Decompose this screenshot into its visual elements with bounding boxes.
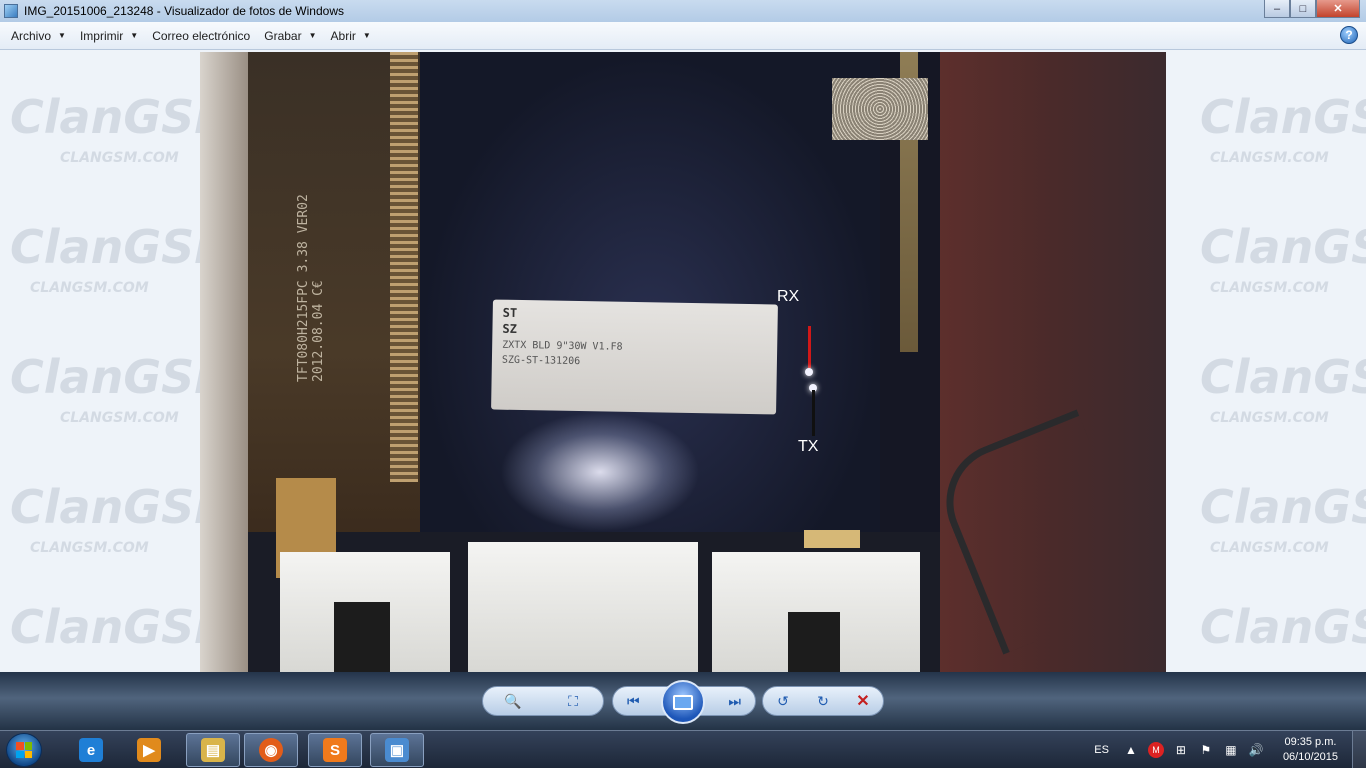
help-icon[interactable]: ?	[1340, 26, 1358, 44]
label-line: SZG-ST-131206	[501, 354, 581, 368]
slideshow-button[interactable]	[661, 680, 705, 724]
window-title: IMG_20151006_213248 - Visualizador de fo…	[24, 4, 344, 18]
label-line: SZ	[502, 321, 518, 336]
watermark: CLANGSM.COM	[1210, 410, 1329, 426]
tx-annotation: TX	[798, 438, 819, 455]
window-controls: – □ ✕	[1264, 0, 1360, 18]
menu-abrir[interactable]: Abrir ▼	[324, 25, 378, 47]
watermark: CLANGSM.COM	[60, 150, 179, 166]
label-line: ST	[502, 305, 518, 320]
caret-down-icon: ▼	[58, 31, 66, 40]
watermark: CLANGSM.COM	[30, 540, 149, 556]
slideshow-icon	[673, 694, 693, 710]
taskbar-photo-viewer[interactable]: ▣	[370, 733, 424, 767]
taskbar-internet-explorer[interactable]: e	[64, 733, 118, 767]
menu-archivo-label: Archivo	[11, 28, 52, 43]
taskbar-s-app[interactable]: S	[308, 733, 362, 767]
show-desktop-button[interactable]	[1352, 731, 1366, 768]
photo-gold-pad	[804, 530, 860, 548]
photo-glare	[500, 412, 700, 532]
menu-imprimir-label: Imprimir	[79, 28, 124, 43]
watermark: ClanGSM	[1200, 480, 1366, 534]
media-player-icon: ▶	[137, 738, 161, 762]
firefox-icon: ◉	[259, 738, 283, 762]
photo-component-hole	[788, 612, 840, 672]
photo-shield-pad	[832, 78, 928, 140]
menu-archivo[interactable]: Archivo ▼	[4, 25, 73, 47]
photo-flex-contacts	[390, 52, 418, 482]
menu-correo-label: Correo electrónico	[152, 28, 251, 43]
taskbar-file-explorer[interactable]: ▤	[186, 733, 240, 767]
taskbar-firefox[interactable]: ◉	[244, 733, 298, 767]
photo-flex-print: TFT080H215FPC 3.38 VER02 2012.08.04 C€	[296, 194, 326, 382]
watermark: ClanGSM	[1200, 90, 1366, 144]
photo-viewer-icon	[4, 4, 18, 18]
next-icon[interactable]: ⏭	[723, 691, 747, 711]
photo-component-hole	[334, 602, 390, 672]
language-indicator[interactable]: ES	[1094, 744, 1109, 756]
clock-date: 06/10/2015	[1282, 751, 1338, 763]
minimize-button[interactable]: –	[1264, 0, 1290, 18]
caret-down-icon: ▼	[308, 31, 317, 40]
system-tray: ES ▲ M ⊞ ⚑ ▦ 🔊 09:35 p.m. 06/10/2015	[1094, 731, 1366, 768]
clock-time: 09:35 p.m.	[1284, 736, 1337, 748]
menu-grabar[interactable]: Grabar ▼	[257, 25, 323, 47]
rotate-left-icon[interactable]: ↺	[771, 691, 795, 711]
show-hidden-icons-icon[interactable]: ▲	[1123, 742, 1139, 758]
menu-abrir-label: Abrir	[330, 28, 356, 43]
action-center-icon[interactable]: ⚑	[1198, 742, 1214, 758]
photo: TFT080H215FPC 3.38 VER02 2012.08.04 C€ S…	[200, 52, 1166, 672]
volume-icon[interactable]: 🔊	[1248, 742, 1264, 758]
tx-pointer	[812, 390, 815, 436]
image-viewer: ClanGSM CLANGSM.COM ClanGSM CLANGSM.COM …	[0, 50, 1366, 672]
photo-case-edge	[200, 52, 248, 672]
close-button[interactable]: ✕	[1316, 0, 1360, 18]
watermark: CLANGSM.COM	[60, 410, 179, 426]
zoom-group: 🔍 ⛶	[482, 686, 604, 716]
s-app-icon: S	[323, 738, 347, 762]
watermark: ClanGSM	[1200, 600, 1366, 654]
maximize-button[interactable]: □	[1290, 0, 1316, 18]
zoom-icon[interactable]: 🔍	[501, 691, 525, 711]
rotate-right-icon[interactable]: ↻	[811, 691, 835, 711]
caret-down-icon: ▼	[130, 31, 139, 40]
watermark: ClanGSM	[1200, 220, 1366, 274]
watermark: CLANGSM.COM	[1210, 150, 1329, 166]
watermark: CLANGSM.COM	[1210, 280, 1329, 296]
edit-group: ↺ ↻ ✕	[762, 686, 884, 716]
photo-viewer-icon: ▣	[385, 738, 409, 762]
taskbar: e ▶ ▤ ◉ S ▣ ES ▲ M ⊞ ⚑ ▦ 🔊 09:35 p.m. 06…	[0, 730, 1366, 768]
delete-icon[interactable]: ✕	[851, 691, 875, 711]
menu-bar: Archivo ▼ Imprimir ▼ Correo electrónico …	[0, 22, 1366, 50]
network-icon[interactable]: ▦	[1223, 742, 1239, 758]
actual-size-icon[interactable]: ⛶	[561, 691, 585, 711]
antivirus-icon[interactable]: M	[1147, 742, 1164, 758]
previous-icon[interactable]: ⏮	[621, 691, 645, 711]
menu-imprimir[interactable]: Imprimir ▼	[73, 25, 145, 47]
menu-grabar-label: Grabar	[264, 28, 302, 43]
start-button[interactable]	[6, 733, 42, 767]
title-bar: IMG_20151006_213248 - Visualizador de fo…	[0, 0, 1366, 22]
folder-icon: ▤	[201, 738, 225, 762]
viewer-toolbar: 🔍 ⛶ ⏮ ⏭ ↺ ↻ ✕	[0, 672, 1366, 730]
rx-annotation: RX	[777, 288, 800, 305]
photo-component	[468, 542, 698, 672]
rx-pointer	[808, 326, 811, 368]
rx-pad	[805, 368, 813, 376]
watermark: CLANGSM.COM	[1210, 540, 1329, 556]
windows-logo-icon	[16, 742, 32, 758]
taskbar-media-player[interactable]: ▶	[122, 733, 176, 767]
watermark: CLANGSM.COM	[30, 280, 149, 296]
windows-icon[interactable]: ⊞	[1173, 742, 1189, 758]
clock[interactable]: 09:35 p.m. 06/10/2015	[1283, 735, 1338, 765]
watermark: ClanGSM	[1200, 350, 1366, 404]
photo-chip-label: ST SZ ZXTX BLD 9"30W V1.F8 SZG-ST-131206	[491, 299, 778, 415]
menu-correo[interactable]: Correo electrónico	[145, 25, 257, 47]
caret-down-icon: ▼	[362, 31, 371, 40]
internet-explorer-icon: e	[79, 738, 103, 762]
